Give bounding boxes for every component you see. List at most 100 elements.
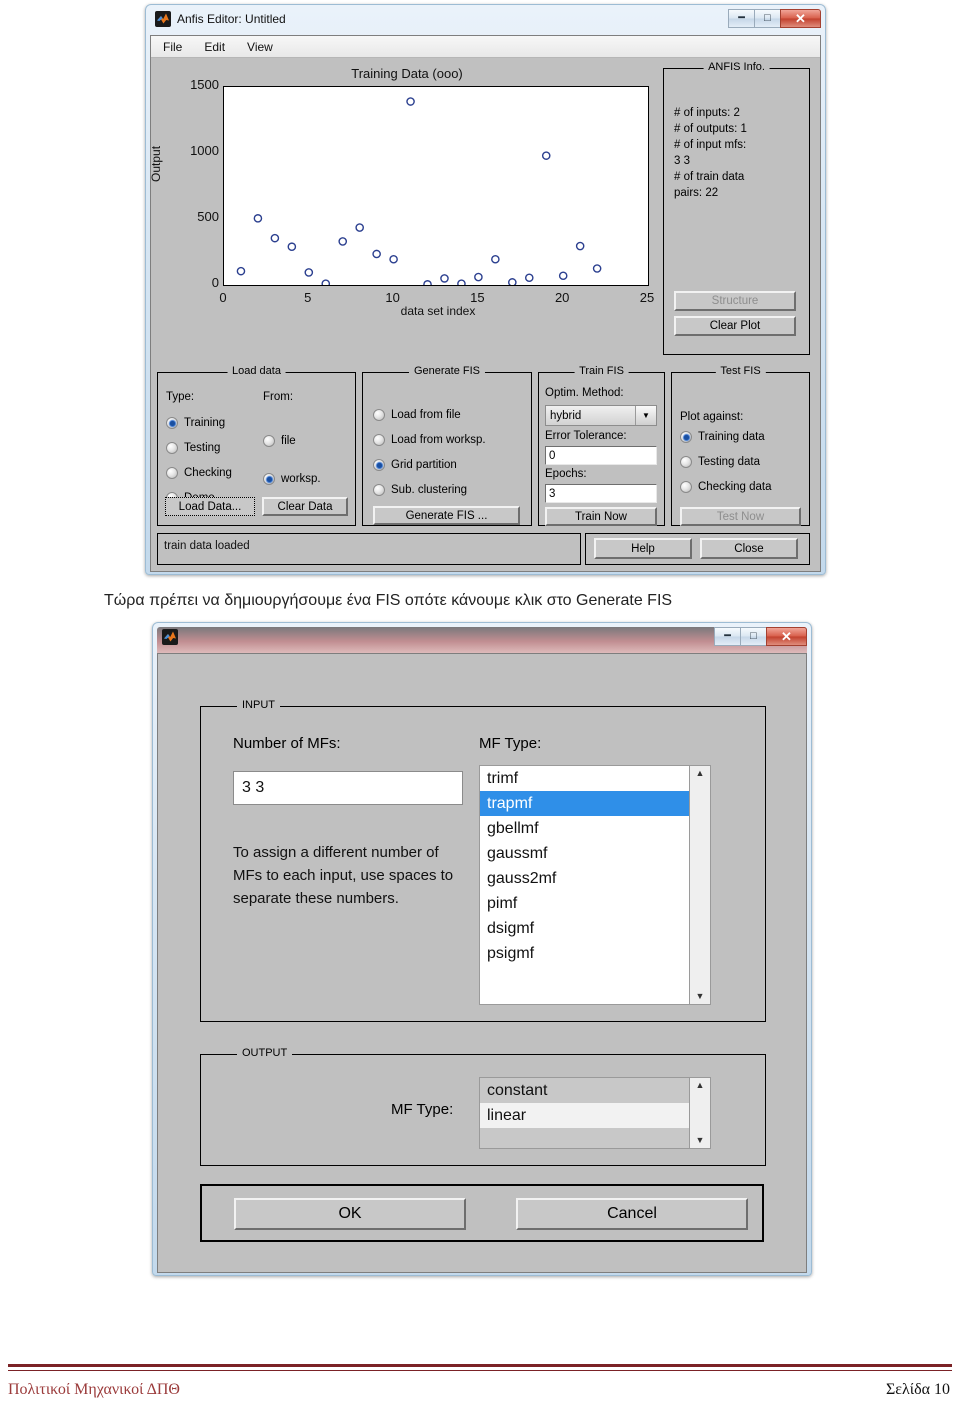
data-point	[524, 273, 534, 283]
mf-type-option[interactable]: trimf	[480, 766, 689, 791]
mf-type-option[interactable]: trapmf	[480, 791, 689, 816]
number-of-mfs-input[interactable]: 3 3	[233, 771, 463, 805]
maximize-icon[interactable]: □	[754, 9, 781, 28]
y-tick-label: 0	[211, 275, 219, 290]
radio-load-from-worksp[interactable]: Load from worksp.	[373, 434, 486, 446]
close-icon[interactable]: ✕	[766, 627, 807, 646]
menu-item-edit[interactable]: Edit	[204, 40, 225, 54]
scroll-down-icon[interactable]: ▼	[696, 1133, 705, 1148]
clear-plot-button[interactable]: Clear Plot	[674, 316, 796, 336]
mf-type-option[interactable]: gbellmf	[480, 816, 689, 841]
close-button[interactable]: Close	[700, 538, 798, 559]
test-now-button[interactable]: Test Now	[680, 507, 801, 526]
radio-testing[interactable]: Testing	[166, 442, 220, 454]
scroll-down-icon[interactable]: ▼	[696, 989, 705, 1004]
anfis-editor-window[interactable]: Anfis Editor: Untitled ━ □ ✕ File Edit V…	[145, 4, 826, 575]
type-label: Type:	[166, 391, 195, 403]
output-mf-type-options[interactable]: constant linear	[480, 1078, 689, 1128]
info-line-mf-counts: 3 3	[674, 155, 690, 167]
data-point	[440, 274, 449, 283]
radio-icon-plot-testing[interactable]	[680, 456, 692, 468]
radio-from-file[interactable]: file	[263, 435, 296, 447]
minimize-icon[interactable]: ━	[714, 627, 741, 646]
y-tick-label: 1500	[190, 77, 219, 92]
radio-training[interactable]: Training	[166, 417, 225, 429]
radio-sub-clustering[interactable]: Sub. clustering	[373, 484, 467, 496]
error-tolerance-input[interactable]: 0	[545, 446, 657, 465]
anfis-window-buttons[interactable]: ━ □ ✕	[728, 9, 821, 29]
y-tick-labels: 0 500 1000 1500	[175, 62, 228, 357]
radio-icon-grid-partition[interactable]	[373, 459, 385, 471]
input-mf-type-options[interactable]: trimf trapmf gbellmf gaussmf gauss2mf pimf dsi…	[480, 766, 689, 966]
anfis-info-panel: ANFIS Info. # of inputs: 2 # of outputs:…	[663, 61, 810, 355]
radio-icon-file[interactable]	[263, 435, 275, 447]
structure-button[interactable]: Structure	[674, 291, 796, 311]
mf-type-option[interactable]: psigmf	[480, 941, 689, 966]
epochs-input[interactable]: 3	[545, 484, 657, 503]
scroll-up-icon[interactable]: ▲	[696, 1078, 705, 1093]
mf-type-option[interactable]: dsigmf	[480, 916, 689, 941]
generate-fis-panel: Generate FIS Load from file Load from wo…	[362, 365, 532, 526]
generate-fis-title: Generate FIS	[408, 365, 486, 377]
help-button[interactable]: Help	[594, 538, 692, 559]
test-fis-panel: Test FIS Plot against: Training data Tes…	[671, 365, 810, 526]
input-mf-type-listbox[interactable]: trimf trapmf gbellmf gaussmf gauss2mf pimf dsi…	[479, 765, 711, 1005]
radio-plot-testing[interactable]: Testing data	[680, 456, 760, 468]
x-tick-label: 0	[219, 290, 227, 305]
radio-label-file: file	[281, 435, 296, 447]
anfis-titlebar[interactable]: Anfis Editor: Untitled ━ □ ✕	[150, 9, 821, 35]
radio-icon-testing[interactable]	[166, 442, 178, 454]
chevron-down-icon[interactable]: ▼	[635, 406, 656, 425]
radio-icon-plot-training[interactable]	[680, 431, 692, 443]
close-icon[interactable]: ✕	[780, 9, 821, 28]
menubar[interactable]: File Edit View	[151, 36, 820, 58]
menu-item-file[interactable]: File	[163, 40, 182, 54]
mf-type-option[interactable]: pimf	[480, 891, 689, 916]
mf-type-option[interactable]: gauss2mf	[480, 866, 689, 891]
radio-label-plot-testing: Testing data	[698, 456, 761, 468]
radio-icon-checking[interactable]	[166, 467, 178, 479]
genfis-titlebar[interactable]: ━ □ ✕	[157, 627, 807, 653]
radio-plot-checking[interactable]: Checking data	[680, 481, 772, 493]
clear-data-button[interactable]: Clear Data	[262, 497, 348, 516]
radio-icon-training[interactable]	[166, 417, 178, 429]
menu-item-view[interactable]: View	[247, 40, 273, 54]
radio-icon-load-from-file[interactable]	[373, 409, 385, 421]
output-mf-type-option[interactable]: constant	[480, 1078, 689, 1103]
cancel-button[interactable]: Cancel	[516, 1198, 748, 1230]
minimize-icon[interactable]: ━	[728, 9, 755, 28]
mf-type-option[interactable]: gaussmf	[480, 841, 689, 866]
footer-left: Πολιτικοί Μηχανικοί ΔΠΘ	[8, 1381, 180, 1398]
y-axis-label: Output	[149, 145, 163, 182]
generate-fis-button[interactable]: Generate FIS ...	[373, 506, 520, 525]
radio-plot-training[interactable]: Training data	[680, 431, 765, 443]
output-mf-type-scrollbar[interactable]: ▲ ▼	[689, 1078, 710, 1148]
optim-method-value: hybrid	[550, 409, 582, 422]
radio-icon-sub-clustering[interactable]	[373, 484, 385, 496]
radio-load-from-file[interactable]: Load from file	[373, 409, 461, 421]
radio-grid-partition[interactable]: Grid partition	[373, 459, 457, 471]
output-mf-type-option[interactable]: linear	[480, 1103, 689, 1128]
data-point	[406, 97, 415, 106]
train-fis-panel: Train FIS Optim. Method: hybrid ▼ Error …	[538, 365, 665, 526]
radio-icon-load-from-worksp[interactable]	[373, 434, 385, 446]
test-fis-title: Test FIS	[715, 365, 766, 377]
load-data-button[interactable]: Load Data...	[165, 497, 255, 516]
output-mf-type-listbox[interactable]: constant linear ▲ ▼	[479, 1077, 711, 1149]
radio-from-worksp[interactable]: worksp.	[263, 473, 321, 485]
generate-fis-dialog[interactable]: ━ □ ✕ INPUT Number of MFs: 3 3 To assign…	[152, 622, 812, 1276]
train-now-button[interactable]: Train Now	[545, 507, 657, 526]
input-group-title: INPUT	[237, 699, 280, 711]
radio-icon-worksp[interactable]	[263, 473, 275, 485]
radio-label-checking: Checking	[184, 467, 232, 479]
data-point	[575, 241, 585, 251]
maximize-icon[interactable]: □	[740, 627, 767, 646]
ok-button[interactable]: OK	[234, 1198, 466, 1230]
optim-method-dropdown[interactable]: hybrid ▼	[545, 405, 657, 426]
radio-icon-plot-checking[interactable]	[680, 481, 692, 493]
scroll-up-icon[interactable]: ▲	[696, 766, 705, 781]
radio-checking[interactable]: Checking	[166, 467, 232, 479]
genfis-client-area: INPUT Number of MFs: 3 3 To assign a dif…	[157, 653, 807, 1273]
genfis-window-buttons[interactable]: ━ □ ✕	[714, 627, 807, 647]
input-mf-type-scrollbar[interactable]: ▲ ▼	[689, 766, 710, 1004]
